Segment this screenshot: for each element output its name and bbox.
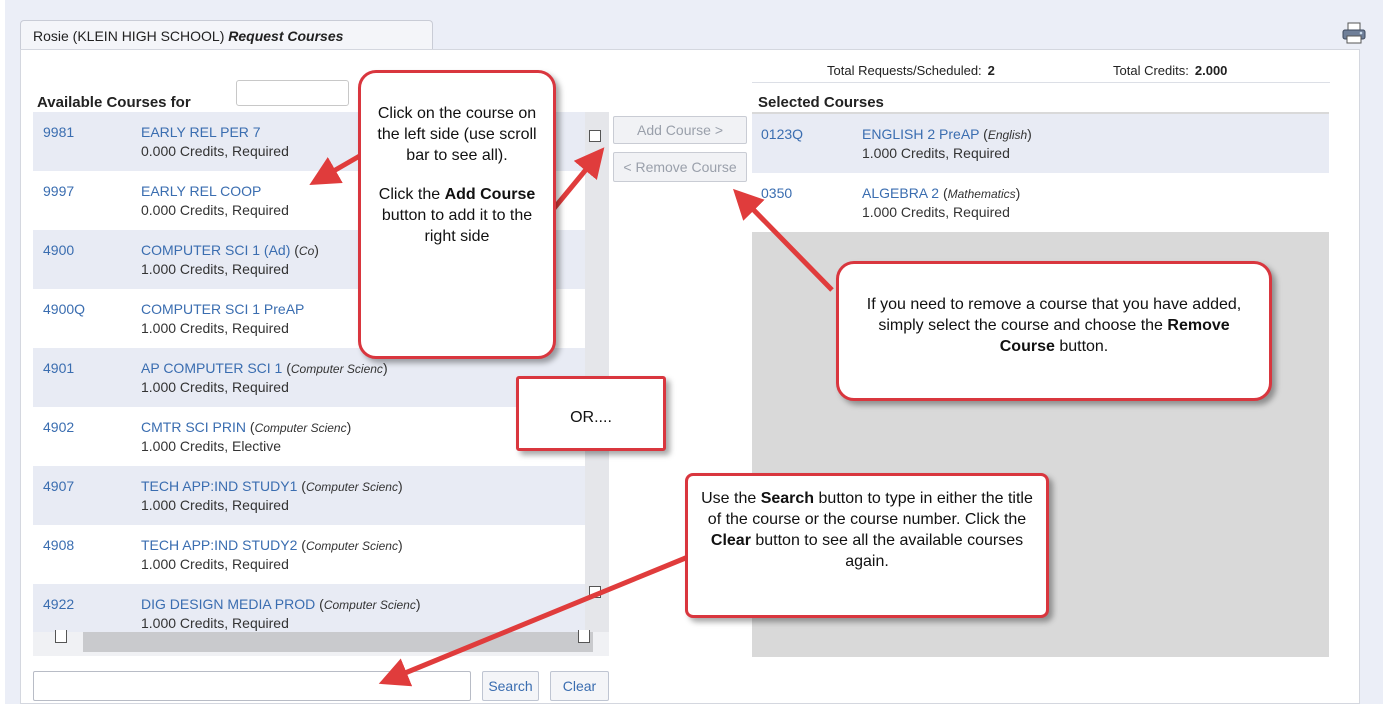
callout-remove-course: If you need to remove a course that you … (836, 261, 1272, 401)
vertical-scrollbar[interactable] (585, 112, 609, 632)
tab-page-label: Request Courses (228, 28, 344, 44)
divider (752, 82, 1330, 83)
tab-request-courses[interactable]: Rosie (KLEIN HIGH SCHOOL) Request Course… (20, 20, 433, 50)
available-courses-heading: Available Courses for (37, 94, 191, 111)
total-credits-value: 2.000 (1194, 63, 1228, 78)
course-number[interactable]: 9981 (43, 124, 74, 140)
course-title[interactable]: ENGLISH 2 PreAP (English) (862, 126, 1032, 142)
course-credits: 0.000 Credits, Required (141, 143, 289, 159)
available-course-row[interactable]: 4922 DIG DESIGN MEDIA PROD (Computer Scie… (33, 584, 585, 632)
course-number[interactable]: 4922 (43, 596, 74, 612)
course-credits: 1.000 Credits, Required (141, 379, 289, 395)
search-button[interactable]: Search (482, 671, 539, 701)
course-credits: 1.000 Credits, Required (862, 204, 1010, 220)
course-number[interactable]: 4907 (43, 478, 74, 494)
scroll-down-handle[interactable] (589, 586, 601, 598)
callout-add-text-1: Click on the course on the left side (us… (377, 105, 537, 164)
scroll-right-handle[interactable] (578, 630, 590, 643)
course-credits: 1.000 Credits, Required (141, 261, 289, 277)
course-number[interactable]: 4901 (43, 360, 74, 376)
total-requests-label: Total Requests/Scheduled: (827, 63, 982, 78)
course-title[interactable]: ALGEBRA 2 (Mathematics) (862, 185, 1020, 201)
course-title[interactable]: TECH APP:IND STUDY2 (Computer Scienc) (141, 537, 403, 553)
course-title[interactable]: EARLY REL COOP (141, 183, 261, 199)
callout-search: Use the Search button to type in either … (685, 473, 1049, 618)
course-number[interactable]: 4908 (43, 537, 74, 553)
course-title[interactable]: TECH APP:IND STUDY1 (Computer Scienc) (141, 478, 403, 494)
available-course-row[interactable]: 4902 CMTR SCI PRIN (Computer Scienc) 1.000… (33, 407, 585, 466)
course-credits: 1.000 Credits, Elective (141, 438, 282, 454)
course-number[interactable]: 4900Q (43, 301, 85, 317)
course-title[interactable]: COMPUTER SCI 1 (Ad) (Co) (141, 242, 319, 258)
clear-button[interactable]: Clear (550, 671, 609, 701)
printer-icon[interactable] (1340, 22, 1370, 44)
total-credits: Total Credits: 2.000 (1113, 63, 1227, 78)
scroll-left-handle[interactable] (55, 630, 67, 643)
course-credits: 0.000 Credits, Required (141, 202, 289, 218)
available-course-row[interactable]: 4908 TECH APP:IND STUDY2 (Computer Scienc… (33, 525, 585, 584)
course-title[interactable]: DIG DESIGN MEDIA PROD (Computer Scienc) (141, 596, 421, 612)
course-number[interactable]: 4900 (43, 242, 74, 258)
selected-course-row[interactable]: 0350 ALGEBRA 2 (Mathematics) 1.000 Credits… (752, 173, 1329, 232)
course-credits: 1.000 Credits, Required (862, 145, 1010, 161)
redacted-name (236, 80, 349, 106)
course-number[interactable]: 0350 (761, 185, 792, 201)
course-credits: 1.000 Credits, Required (141, 320, 289, 336)
course-credits: 1.000 Credits, Required (141, 615, 289, 631)
total-requests: Total Requests/Scheduled: 2 (827, 63, 995, 78)
tab-student-label: Rosie (KLEIN HIGH SCHOOL) (33, 28, 225, 44)
course-number[interactable]: 0123Q (761, 126, 803, 142)
horizontal-scrollbar[interactable] (33, 630, 609, 656)
course-credits: 1.000 Credits, Required (141, 556, 289, 572)
course-number[interactable]: 9997 (43, 183, 74, 199)
course-credits: 1.000 Credits, Required (141, 497, 289, 513)
available-course-row[interactable]: 4907 TECH APP:IND STUDY1 (Computer Scienc… (33, 466, 585, 525)
selected-course-row[interactable]: 0123Q ENGLISH 2 PreAP (English) 1.000 Cred… (752, 114, 1329, 173)
add-course-button[interactable]: Add Course > (613, 116, 747, 144)
course-number[interactable]: 4902 (43, 419, 74, 435)
course-title[interactable]: AP COMPUTER SCI 1 (Computer Scienc) (141, 360, 388, 376)
course-title[interactable]: COMPUTER SCI 1 PreAP (141, 301, 304, 317)
course-title[interactable]: EARLY REL PER 7 (141, 124, 261, 140)
page: Rosie (KLEIN HIGH SCHOOL) Request Course… (0, 0, 1383, 704)
scroll-up-handle[interactable] (589, 130, 601, 142)
course-title[interactable]: CMTR SCI PRIN (Computer Scienc) (141, 419, 351, 435)
callout-or: OR.... (516, 376, 666, 451)
total-requests-value: 2 (987, 63, 995, 78)
callout-add-course: Click on the course on the left side (us… (358, 70, 556, 359)
remove-course-button[interactable]: < Remove Course (613, 152, 747, 182)
total-credits-label: Total Credits: (1113, 63, 1189, 78)
selected-courses-heading: Selected Courses (758, 94, 884, 111)
callout-add-text-2: Click the Add Course button to add it to… (378, 186, 536, 245)
horizontal-scroll-thumb[interactable] (83, 632, 593, 652)
search-input[interactable] (33, 671, 471, 701)
